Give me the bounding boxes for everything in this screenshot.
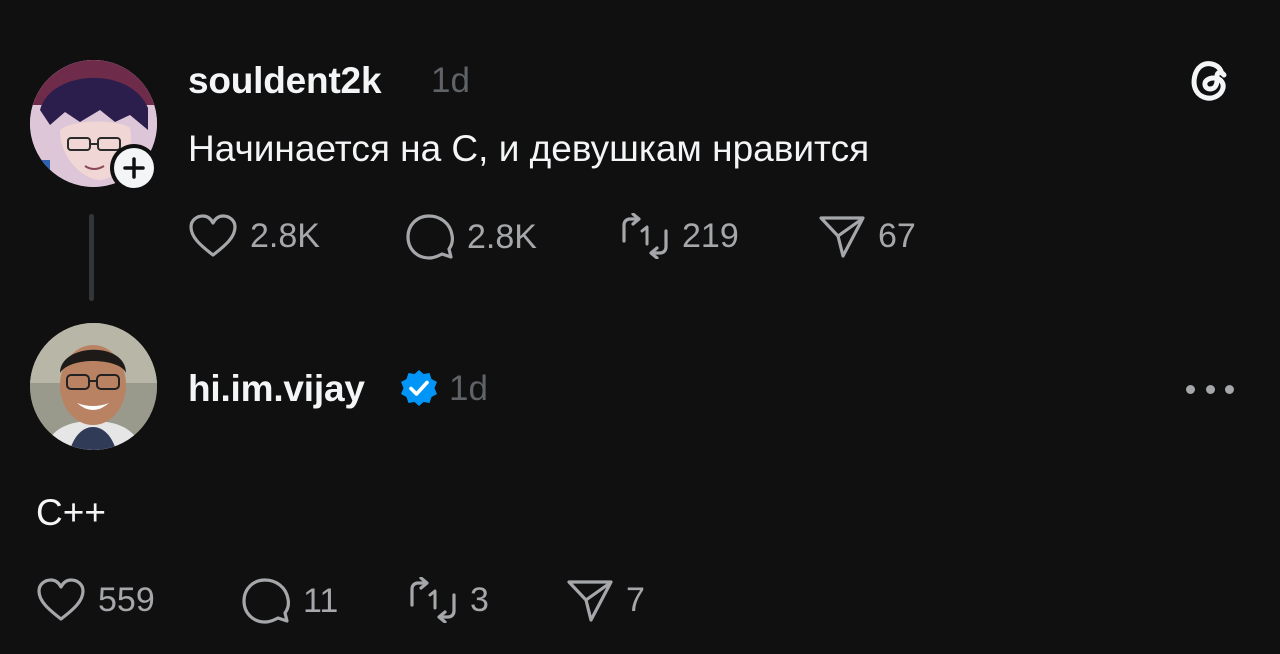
heart-icon	[189, 214, 237, 257]
reply-button[interactable]: 11	[241, 577, 338, 625]
verified-badge-icon	[400, 369, 438, 412]
comment-icon	[406, 214, 454, 260]
thread-connector-line	[89, 214, 94, 301]
post-username[interactable]: souldent2k	[188, 62, 382, 99]
share-button[interactable]: 67	[818, 213, 916, 259]
comment-icon	[242, 578, 290, 624]
like-button[interactable]: 559	[36, 577, 155, 623]
repost-icon	[622, 213, 668, 259]
post-timestamp: 1d	[449, 369, 488, 408]
send-icon	[819, 216, 865, 258]
repost-icon	[410, 577, 456, 623]
repost-button[interactable]: 3	[408, 577, 489, 623]
share-button[interactable]: 7	[566, 577, 645, 623]
post-text: C++	[36, 492, 106, 533]
like-count: 559	[98, 580, 155, 619]
send-icon	[567, 580, 613, 622]
reply-count: 11	[303, 581, 339, 620]
reply-count: 2.8K	[467, 217, 537, 256]
plus-icon	[123, 157, 145, 179]
share-count: 67	[878, 216, 916, 255]
more-horizontal-icon	[1186, 384, 1195, 394]
post-text: Начинается на С, и девушкам нравится	[188, 128, 870, 169]
like-button[interactable]: 2.8K	[188, 213, 320, 259]
threads-logo-icon[interactable]	[1184, 54, 1236, 106]
heart-icon	[37, 578, 85, 621]
avatar[interactable]	[30, 323, 157, 450]
repost-button[interactable]: 219	[620, 213, 739, 259]
follow-button[interactable]	[110, 144, 158, 192]
post-username[interactable]: hi.im.vijay	[188, 370, 365, 407]
repost-count: 3	[470, 580, 489, 619]
reply-button[interactable]: 2.8K	[405, 213, 537, 261]
share-count: 7	[626, 580, 645, 619]
more-options-button[interactable]	[1186, 382, 1234, 396]
post-timestamp: 1d	[431, 61, 470, 100]
repost-count: 219	[682, 216, 739, 255]
like-count: 2.8K	[250, 216, 320, 255]
